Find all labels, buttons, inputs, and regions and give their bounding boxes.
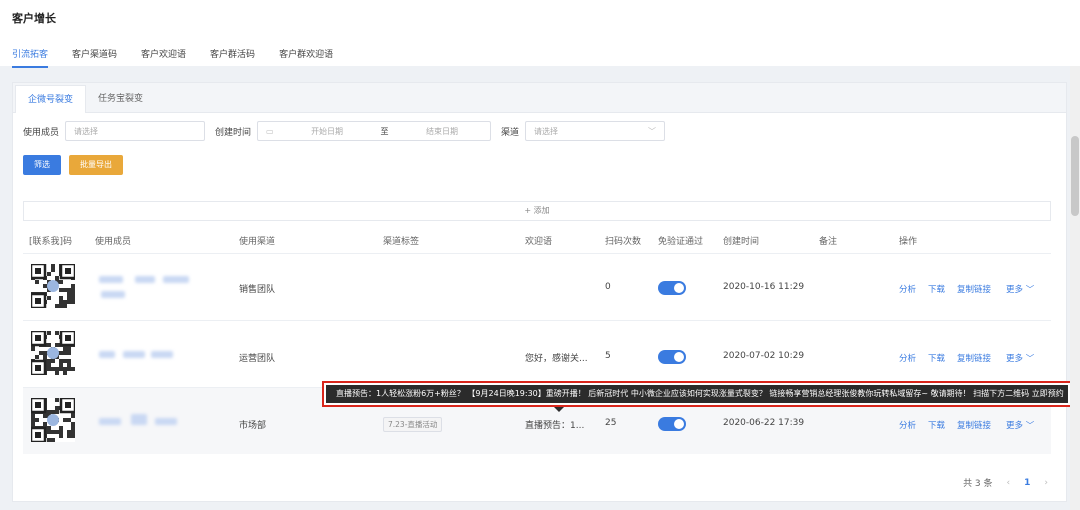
more-menu[interactable]: 更多 ﹀	[1006, 419, 1034, 431]
blurred-member-name	[101, 291, 125, 298]
blurred-member-name	[163, 276, 189, 283]
end-date-input[interactable]: 结束日期	[426, 126, 458, 137]
row-channel: 市场部	[239, 421, 267, 431]
row-channel: 运营团队	[239, 354, 276, 364]
qr-code-image[interactable]	[31, 398, 75, 442]
tab-group-welcome[interactable]: 客户群欢迎语	[279, 47, 333, 68]
filter-row: 使用成员 请选择 创建时间 ▭ 开始日期 至 结束日期 渠道 请选择 ﹀	[23, 121, 675, 141]
th-scans: 扫码次数	[605, 237, 642, 247]
channel-filter-label: 渠道	[501, 127, 520, 138]
scrollbar-thumb[interactable]	[1071, 136, 1079, 216]
row-welcome[interactable]: 直播预告：1...	[525, 418, 584, 431]
member-select[interactable]: 请选择	[65, 121, 206, 141]
content-panel: 企微号裂变 任务宝裂变 使用成员 请选择 创建时间 ▭ 开始日期 至 结束日期 …	[12, 82, 1067, 502]
blurred-member-name	[99, 418, 121, 425]
time-filter-label: 创建时间	[215, 127, 252, 138]
export-button[interactable]: 批量导出	[69, 155, 123, 175]
table-row: 销售团队 0 2020-10-16 11:29 分析 下载 复制链接 更多 ﹀	[23, 253, 1051, 320]
table-header: [联系我]码 使用成员 使用渠道 渠道标签 欢迎语 扫码次数 免验证通过 创建时…	[23, 228, 1051, 250]
th-actions: 操作	[899, 237, 918, 247]
blurred-member-name	[99, 276, 123, 283]
welcome-tooltip: 直播预告：1人轻松涨粉6万+粉丝？ 【9月24日晚19:30】重磅开播！ 后新冠…	[322, 381, 1072, 412]
page-number[interactable]: 1	[1024, 478, 1030, 488]
blurred-member-name	[151, 351, 173, 358]
prev-page-icon[interactable]: ‹	[1007, 478, 1011, 488]
row-created: 2020-07-02 10:29	[723, 351, 805, 361]
pagination: 共 3 条 ‹ 1 ›	[949, 476, 1048, 490]
copy-link-link[interactable]: 复制链接	[957, 283, 991, 295]
th-auto-accept: 免验证通过	[658, 237, 704, 247]
th-created: 创建时间	[723, 237, 760, 247]
page-scrollbar[interactable]	[1070, 66, 1080, 510]
chevron-down-icon: ﹀	[648, 126, 657, 136]
auto-accept-toggle[interactable]	[658, 281, 686, 295]
top-tabs: 引流拓客 客户渠道码 客户欢迎语 客户群活码 客户群欢迎语	[12, 47, 357, 68]
more-menu[interactable]: 更多 ﹀	[1006, 352, 1034, 364]
row-channel: 销售团队	[239, 285, 276, 295]
start-date-input[interactable]: 开始日期	[311, 126, 343, 137]
tooltip-text: 直播预告：1人轻松涨粉6万+粉丝？ 【9月24日晚19:30】重磅开播！ 后新冠…	[326, 385, 1068, 403]
th-channel: 使用渠道	[239, 237, 276, 247]
th-tag: 渠道标签	[383, 237, 420, 247]
th-member: 使用成员	[95, 237, 132, 247]
add-button[interactable]: + 添加	[23, 201, 1051, 221]
next-page-icon[interactable]: ›	[1044, 478, 1048, 488]
copy-link-link[interactable]: 复制链接	[957, 419, 991, 431]
table-row: 运营团队 您好，感谢关... 5 2020-07-02 10:29 分析 下载 …	[23, 320, 1051, 387]
tab-channel-code[interactable]: 客户渠道码	[72, 47, 117, 68]
tab-lead-generation[interactable]: 引流拓客	[12, 47, 49, 68]
analyze-link[interactable]: 分析	[899, 283, 916, 295]
th-welcome: 欢迎语	[525, 237, 553, 247]
row-scans: 25	[605, 418, 617, 428]
more-menu[interactable]: 更多 ﹀	[1006, 283, 1034, 295]
blurred-member-name	[131, 414, 147, 425]
blurred-member-name	[155, 418, 177, 425]
calendar-icon: ▭	[266, 126, 274, 136]
row-scans: 5	[605, 351, 611, 361]
range-separator: 至	[380, 126, 389, 136]
row-created: 2020-10-16 11:29	[723, 282, 805, 292]
blurred-member-name	[135, 276, 155, 283]
channel-tag: 7.23-直播活动	[383, 417, 443, 432]
sub-tab-wecom-fission[interactable]: 企微号裂变	[15, 85, 87, 113]
tab-group-code[interactable]: 客户群活码	[210, 47, 255, 68]
analyze-link[interactable]: 分析	[899, 419, 916, 431]
auto-accept-toggle[interactable]	[658, 350, 686, 364]
sub-tab-task-fission[interactable]: 任务宝裂变	[86, 85, 155, 113]
blurred-member-name	[123, 351, 145, 358]
sub-tabs: 企微号裂变 任务宝裂变	[13, 83, 1066, 113]
row-created: 2020-06-22 17:39	[723, 418, 805, 428]
channel-select[interactable]: 请选择 ﹀	[525, 121, 666, 141]
member-filter-label: 使用成员	[23, 127, 60, 138]
top-bar: 客户增长 引流拓客 客户渠道码 客户欢迎语 客户群活码 客户群欢迎语	[0, 0, 1080, 68]
download-link[interactable]: 下载	[928, 352, 945, 364]
analyze-link[interactable]: 分析	[899, 352, 916, 364]
blurred-member-name	[99, 351, 115, 358]
filter-button[interactable]: 筛选	[23, 155, 61, 175]
auto-accept-toggle[interactable]	[658, 417, 686, 431]
row-welcome[interactable]: 您好，感谢关...	[525, 351, 588, 364]
qr-code-image[interactable]	[31, 331, 75, 375]
download-link[interactable]: 下载	[928, 283, 945, 295]
qr-code-image[interactable]	[31, 264, 75, 308]
th-remark: 备注	[819, 237, 838, 247]
total-count: 共 3 条	[963, 479, 993, 489]
row-scans: 0	[605, 282, 611, 292]
tab-welcome-message[interactable]: 客户欢迎语	[141, 47, 186, 68]
tooltip-arrow	[554, 407, 564, 412]
page-title: 客户增长	[12, 12, 56, 25]
th-qr: [联系我]码	[29, 237, 73, 247]
copy-link-link[interactable]: 复制链接	[957, 352, 991, 364]
download-link[interactable]: 下载	[928, 419, 945, 431]
date-range-picker[interactable]: ▭ 开始日期 至 结束日期	[257, 121, 492, 141]
